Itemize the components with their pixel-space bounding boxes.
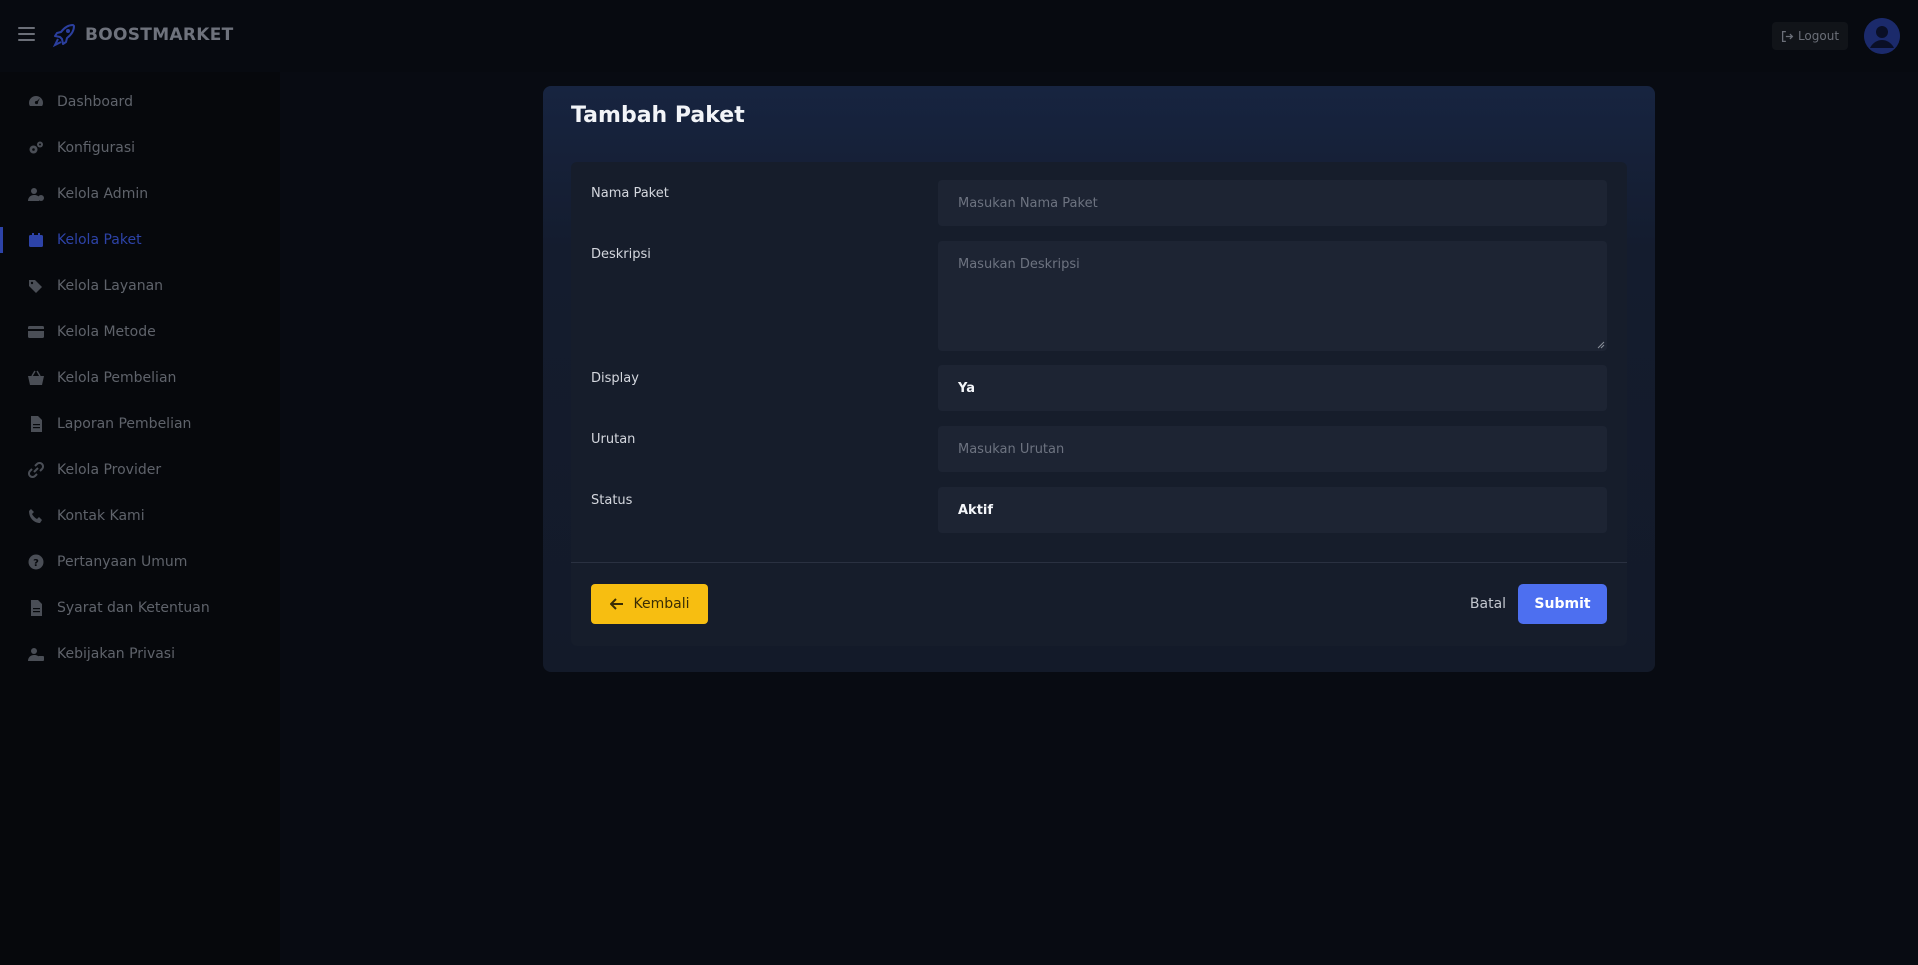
file-icon xyxy=(27,599,45,617)
resize-handle-icon[interactable] xyxy=(1597,341,1605,349)
sidebar-item-kelola-layanan[interactable]: Kelola Layanan xyxy=(0,268,280,304)
sign-out-icon xyxy=(1781,30,1794,42)
sidebar-item-label: Kelola Metode xyxy=(57,324,156,340)
page-title: Tambah Paket xyxy=(571,103,745,128)
tags-icon xyxy=(27,277,45,295)
status-select[interactable]: Aktif xyxy=(938,487,1607,533)
deskripsi-label: Deskripsi xyxy=(591,247,651,262)
phone-icon xyxy=(27,507,45,525)
submit-button[interactable]: Submit xyxy=(1518,584,1607,624)
gears-icon xyxy=(27,139,45,157)
sidebar: Dashboard Konfigurasi Kelola Admin Kelol… xyxy=(0,72,280,965)
display-select[interactable]: Ya xyxy=(938,365,1607,411)
user-lock-icon xyxy=(27,645,45,663)
back-button-label: Kembali xyxy=(633,596,690,612)
sidebar-item-konfigurasi[interactable]: Konfigurasi xyxy=(0,130,280,166)
sidebar-item-label: Kelola Layanan xyxy=(57,278,164,294)
sidebar-item-label: Kelola Pembelian xyxy=(57,370,177,386)
cancel-button[interactable]: Batal xyxy=(1462,584,1514,624)
nama-paket-input[interactable]: Masukan Nama Paket xyxy=(938,180,1607,226)
sidebar-item-label: Kelola Provider xyxy=(57,462,162,478)
arrow-left-icon xyxy=(609,598,623,610)
sidebar-item-kelola-pembelian[interactable]: Kelola Pembelian xyxy=(0,360,280,396)
hamburger-menu-icon[interactable] xyxy=(18,27,35,41)
sidebar-item-label: Dashboard xyxy=(57,94,133,110)
display-label: Display xyxy=(591,371,639,386)
form-divider xyxy=(571,562,1627,563)
rocket-icon xyxy=(52,24,75,48)
avatar[interactable] xyxy=(1864,18,1900,54)
sidebar-item-dashboard[interactable]: Dashboard xyxy=(0,84,280,120)
sidebar-item-label: Pertanyaan Umum xyxy=(57,554,188,570)
deskripsi-placeholder: Masukan Deskripsi xyxy=(958,257,1080,272)
nama-paket-label: Nama Paket xyxy=(591,186,669,201)
link-icon xyxy=(27,461,45,479)
user-gear-icon xyxy=(27,185,45,203)
gauge-icon xyxy=(27,93,45,111)
sidebar-item-kelola-paket[interactable]: Kelola Paket xyxy=(0,222,280,258)
add-package-card: Tambah Paket Nama Paket Masukan Nama Pak… xyxy=(543,86,1655,672)
sidebar-item-label: Kontak Kami xyxy=(57,508,145,524)
urutan-label: Urutan xyxy=(591,432,636,447)
sidebar-item-kelola-admin[interactable]: Kelola Admin xyxy=(0,176,280,212)
sidebar-item-label: Kelola Paket xyxy=(57,232,142,248)
credit-card-icon xyxy=(27,323,45,341)
top-bar: BOOSTMARKET Logout xyxy=(0,0,1918,72)
sidebar-item-pertanyaan-umum[interactable]: ? Pertanyaan Umum xyxy=(0,544,280,580)
sidebar-item-kelola-provider[interactable]: Kelola Provider xyxy=(0,452,280,488)
file-icon xyxy=(27,415,45,433)
user-circle-icon xyxy=(1864,18,1900,54)
deskripsi-textarea[interactable]: Masukan Deskripsi xyxy=(938,241,1607,351)
sidebar-item-kontak-kami[interactable]: Kontak Kami xyxy=(0,498,280,534)
sidebar-item-laporan-pembelian[interactable]: Laporan Pembelian xyxy=(0,406,280,442)
logout-button[interactable]: Logout xyxy=(1772,22,1848,50)
sidebar-item-label: Laporan Pembelian xyxy=(57,416,192,432)
sidebar-item-kelola-metode[interactable]: Kelola Metode xyxy=(0,314,280,350)
sidebar-item-label: Kebijakan Privasi xyxy=(57,646,175,662)
logout-label: Logout xyxy=(1797,29,1840,43)
sidebar-item-label: Kelola Admin xyxy=(57,186,149,202)
package-form: Nama Paket Masukan Nama Paket Deskripsi … xyxy=(571,162,1627,646)
back-button[interactable]: Kembali xyxy=(591,584,708,624)
status-label: Status xyxy=(591,493,633,508)
urutan-input[interactable]: Masukan Urutan xyxy=(938,426,1607,472)
svg-text:?: ? xyxy=(33,558,39,569)
calendar-icon xyxy=(27,231,45,249)
basket-icon xyxy=(27,369,45,387)
sidebar-item-kebijakan-privasi[interactable]: Kebijakan Privasi xyxy=(0,636,280,672)
brand-name: BOOSTMARKET xyxy=(85,25,234,45)
sidebar-item-label: Syarat dan Ketentuan xyxy=(57,600,210,616)
sidebar-item-label: Konfigurasi xyxy=(57,140,136,156)
sidebar-item-syarat-dan-ketentuan[interactable]: Syarat dan Ketentuan xyxy=(0,590,280,626)
question-circle-icon: ? xyxy=(27,553,45,571)
